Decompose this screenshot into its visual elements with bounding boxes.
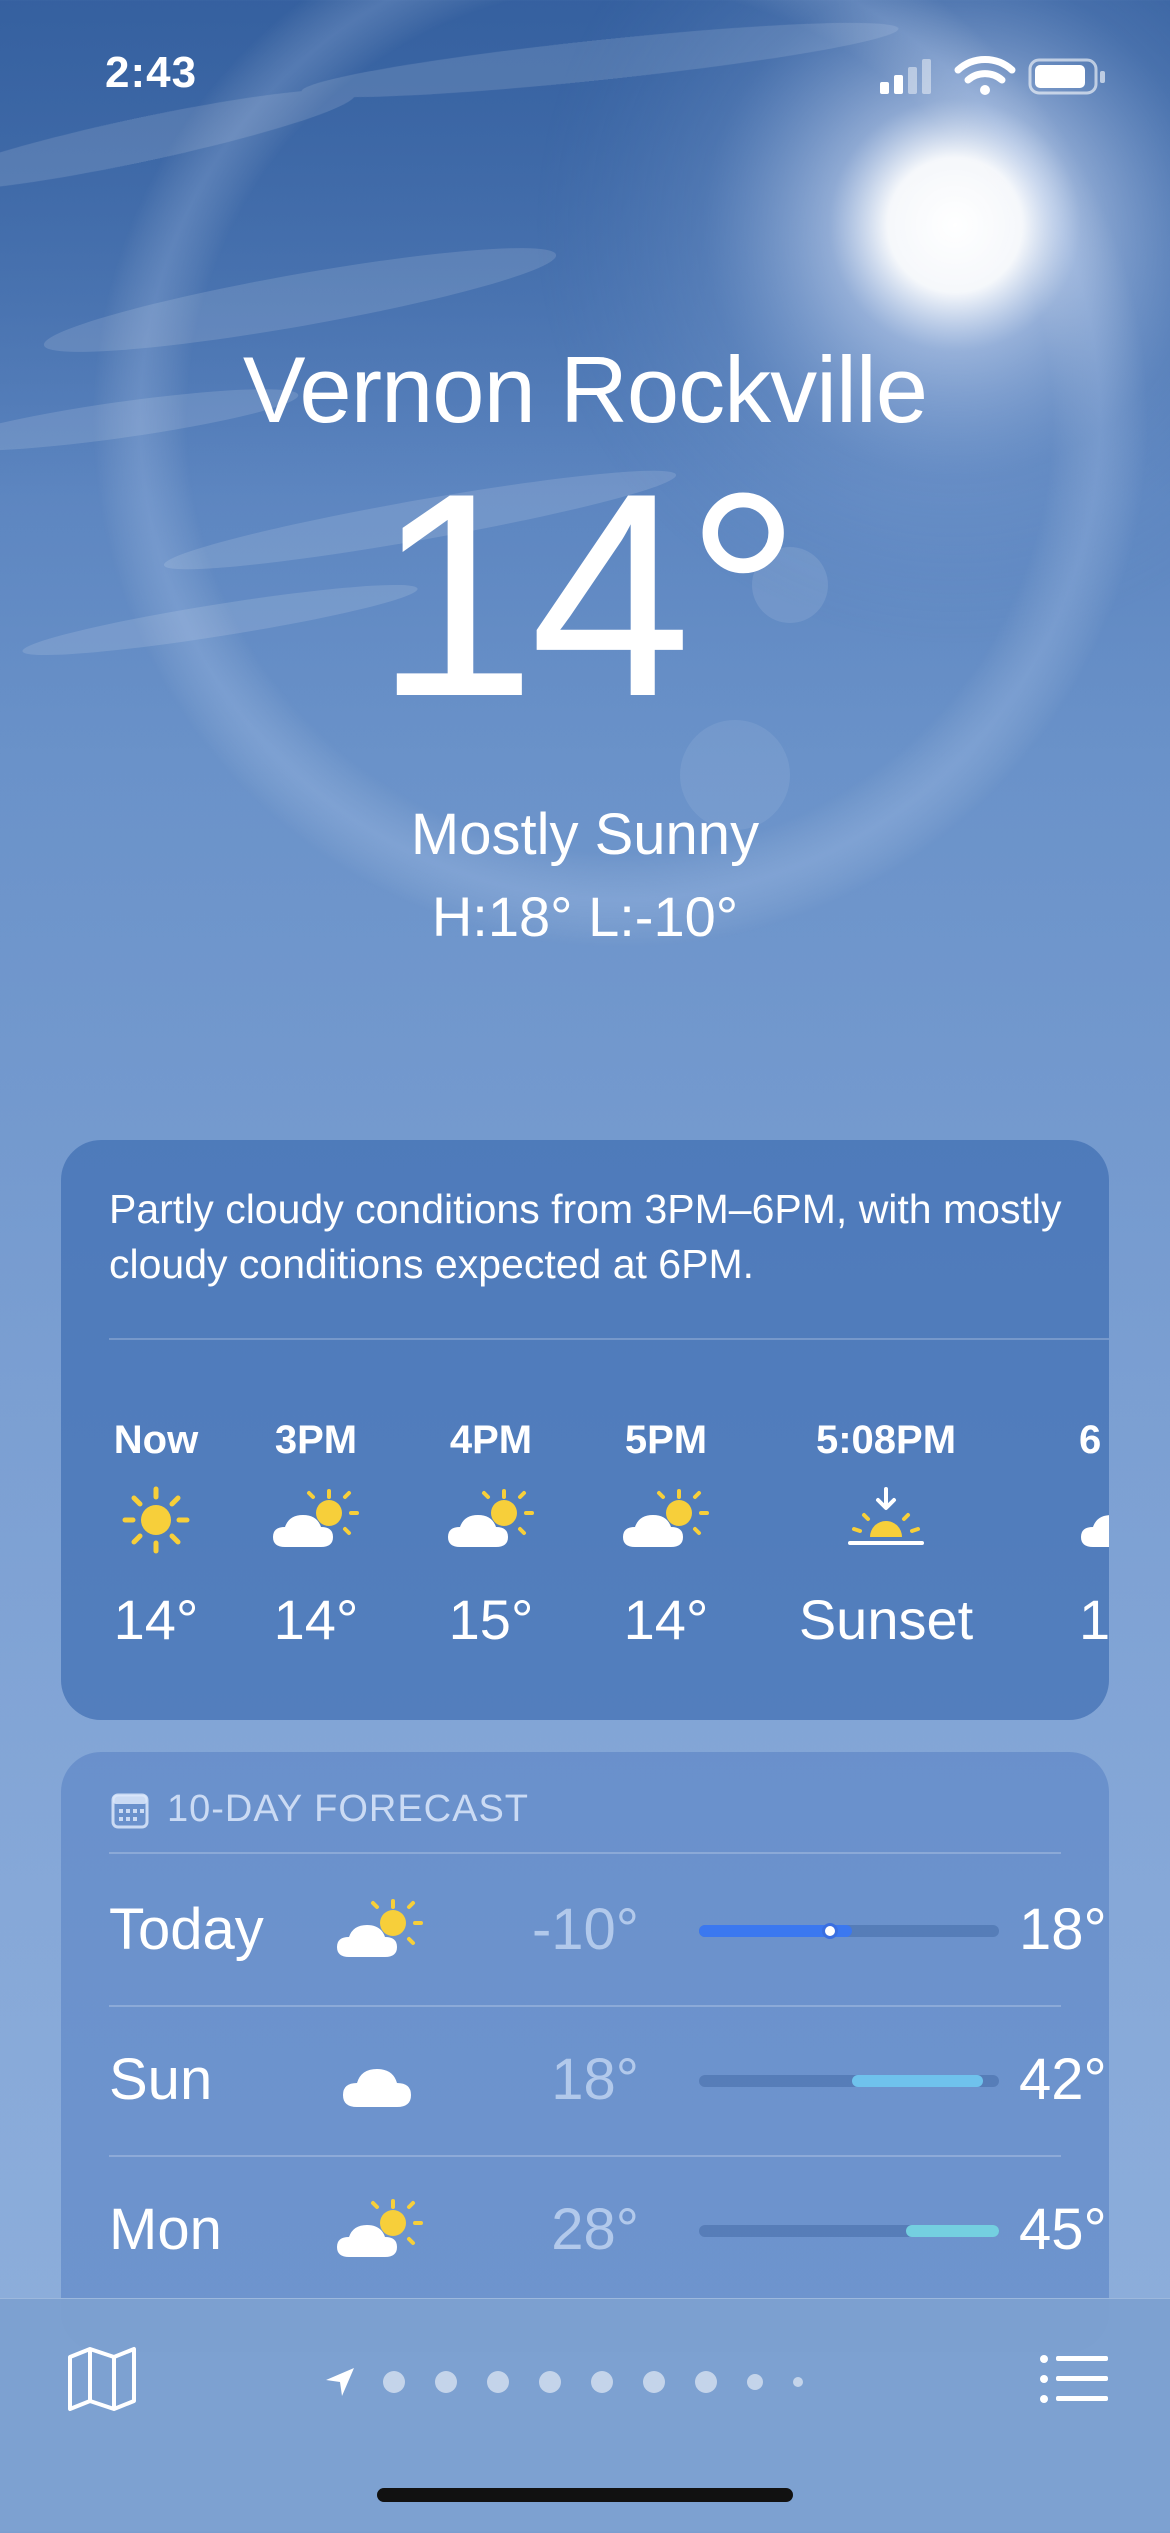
forecast-header: 10-DAY FORECAST <box>111 1788 529 1831</box>
current-temperature: 14° <box>374 433 802 757</box>
forecast-low: 18° <box>551 2047 639 2112</box>
hour-temp: 14° <box>113 1588 199 1651</box>
forecast-row[interactable]: Sun 18° 42° <box>109 2005 1109 2155</box>
temperature-range-fill <box>851 2075 983 2087</box>
cloud-icon <box>1079 1470 1109 1570</box>
battery-icon <box>1028 58 1105 95</box>
map-button[interactable] <box>62 2339 142 2419</box>
partly-cloudy-icon <box>416 1470 566 1570</box>
page-dot[interactable] <box>591 2371 613 2393</box>
high-low-text: H:18° L:-10° <box>431 885 739 948</box>
forecast-high: 45° <box>1019 2197 1107 2262</box>
partly-cloudy-icon <box>591 1470 741 1570</box>
forecast-low: 28° <box>551 2197 639 2262</box>
hour-label: 5:08PM <box>815 1418 957 1462</box>
hour-label: Now <box>113 1418 199 1462</box>
page-indicator[interactable] <box>322 2357 818 2407</box>
hour-temp: 14° <box>273 1588 359 1651</box>
partly-cloudy-icon <box>335 1895 425 1970</box>
hour-label: 4PM <box>449 1418 533 1462</box>
temperature-range-fill <box>906 2225 999 2237</box>
forecast-row[interactable]: Mon 28° 45° <box>109 2155 1109 2305</box>
forecast-low: -10° <box>531 1897 639 1962</box>
partly-cloudy-icon <box>335 2195 425 2270</box>
current-weather-header: Vernon Rockville 14° Mostly Sunny H:18° … <box>0 330 1170 952</box>
forecast-row[interactable]: Today -10° 18° <box>109 1855 1109 2005</box>
condition-text: Mostly Sunny <box>410 802 760 867</box>
ten-day-forecast-card[interactable]: 10-DAY FORECAST Today -10° 18° Sun 18° 4… <box>61 1752 1109 2352</box>
forecast-day: Mon <box>109 2197 222 2262</box>
hour-temp: 1 <box>1079 1588 1109 1651</box>
map-icon <box>68 2347 136 2411</box>
partly-cloudy-icon <box>241 1470 391 1570</box>
calendar-icon <box>111 1791 149 1829</box>
hour-temp: Sunset <box>798 1588 974 1651</box>
page-dot[interactable] <box>487 2371 509 2393</box>
temperature-range-bar <box>699 2075 999 2087</box>
hour-label: 5PM <box>624 1418 708 1462</box>
list-icon <box>1040 2355 1108 2403</box>
temperature-range-bar <box>699 2225 999 2237</box>
forecast-day: Today <box>109 1897 264 1962</box>
forecast-header-label: 10-DAY FORECAST <box>167 1788 530 1830</box>
hour-item: 3PM 14° <box>241 1410 391 1660</box>
temperature-range-bar <box>699 1923 999 1939</box>
hour-label: 3PM <box>274 1418 358 1462</box>
hourly-scroll[interactable]: Now 14° 3PM 14° 4PM 15° 5PM 14° 5:08PM S… <box>61 1140 1109 1720</box>
cloud-icon <box>335 2045 425 2120</box>
location-list-button[interactable] <box>1034 2339 1114 2419</box>
hour-temp: 14° <box>623 1588 709 1651</box>
current-temp-dot <box>821 1923 838 1939</box>
status-bar: 2:43 <box>0 40 1170 110</box>
page-dot[interactable] <box>747 2374 763 2390</box>
hourly-forecast-card[interactable]: Partly cloudy conditions from 3PM–6PM, w… <box>61 1140 1109 1720</box>
page-dot[interactable] <box>539 2371 561 2393</box>
location-arrow-icon <box>326 2368 354 2396</box>
forecast-day: Sun <box>109 2047 213 2112</box>
hour-label: 6 <box>1079 1418 1102 1462</box>
hour-item: 6 1 <box>1079 1410 1109 1660</box>
page-dot[interactable] <box>435 2371 457 2393</box>
status-icons <box>880 56 1105 95</box>
hour-item: 5PM 14° <box>591 1410 741 1660</box>
status-time: 2:43 <box>105 48 198 97</box>
sun-icon <box>61 1470 251 1570</box>
forecast-divider <box>109 1852 1061 1854</box>
page-dot[interactable] <box>793 2377 803 2387</box>
page-dot[interactable] <box>695 2371 717 2393</box>
page-dot[interactable] <box>383 2371 405 2393</box>
hour-item: Now 14° <box>61 1410 251 1660</box>
hour-item: 5:08PM Sunset <box>781 1410 991 1660</box>
sunset-icon <box>781 1470 991 1570</box>
forecast-high: 42° <box>1019 2047 1107 2112</box>
hour-item: 4PM 15° <box>416 1410 566 1660</box>
forecast-high: 18° <box>1019 1897 1107 1962</box>
wifi-icon <box>954 56 1016 95</box>
home-indicator[interactable] <box>377 2488 793 2502</box>
page-dot[interactable] <box>643 2371 665 2393</box>
hour-temp: 15° <box>448 1588 534 1651</box>
cellular-signal-icon <box>880 59 931 94</box>
city-name: Vernon Rockville <box>242 337 928 442</box>
